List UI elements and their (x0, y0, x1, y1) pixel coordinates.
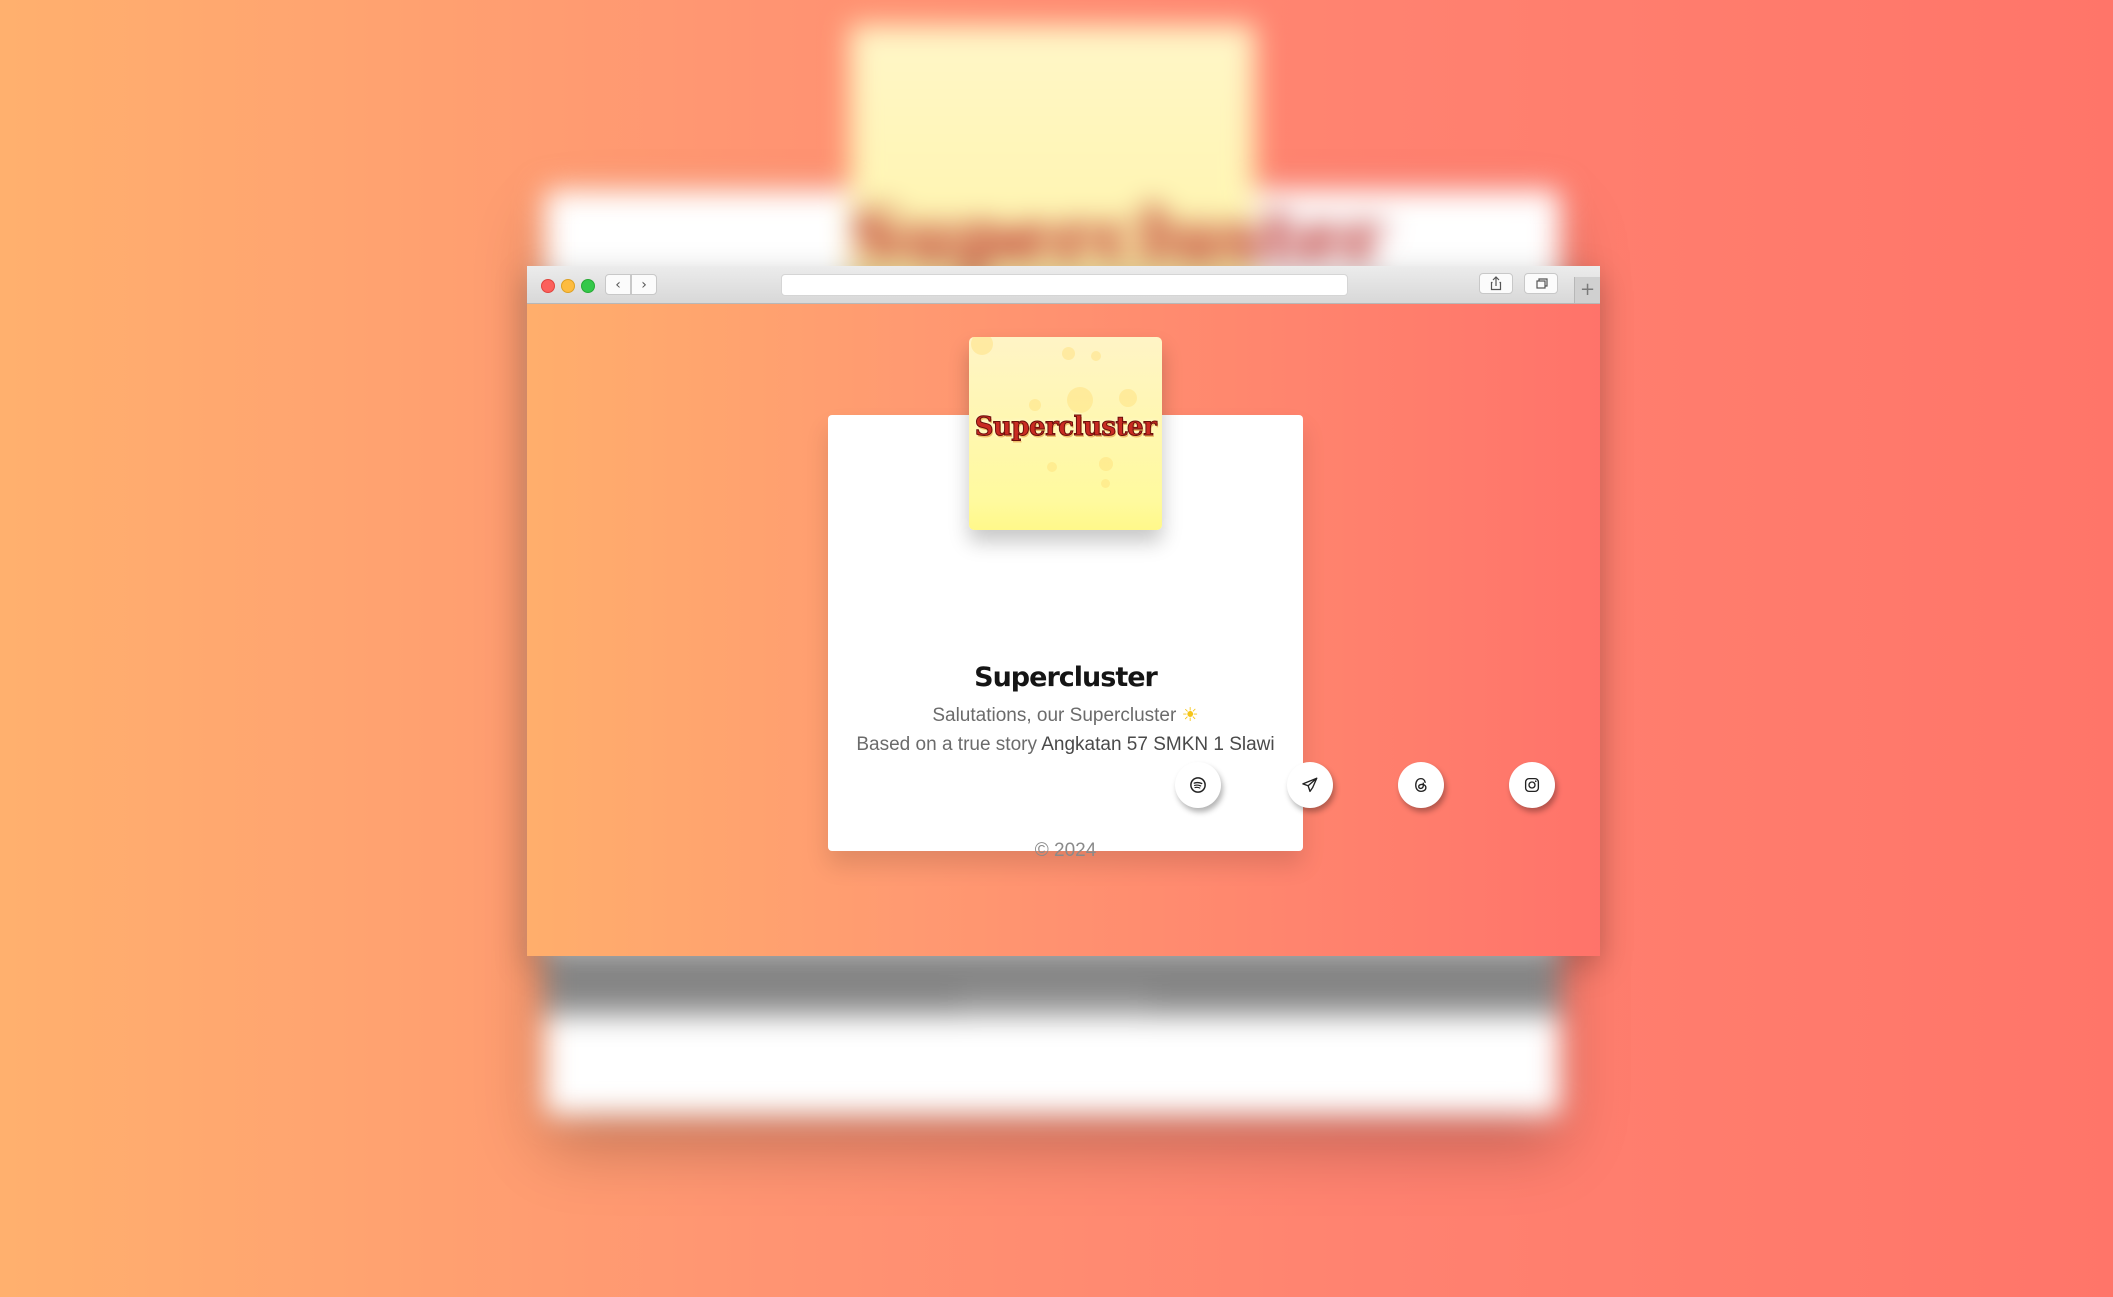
tagline: Salutations, our Supercluster ☀ Based on… (828, 701, 1303, 759)
tagline-text: Salutations, our Supercluster (932, 705, 1177, 726)
instagram-icon (1524, 777, 1540, 793)
spotify-icon (1190, 777, 1206, 793)
share-icon (1490, 276, 1502, 291)
cover-bubble (1047, 462, 1057, 472)
forward-button[interactable]: › (631, 274, 657, 295)
browser-window: ‹ › + Supercluster Salutations, our Supe… (527, 266, 1600, 956)
copyright: © 2024 (1034, 840, 1097, 861)
plus-icon: + (1579, 279, 1596, 300)
cover-bubble (1099, 457, 1113, 471)
tagline-story-text: Based on a true story (856, 734, 1037, 755)
maximize-icon[interactable] (581, 279, 595, 293)
share-button[interactable] (1479, 273, 1513, 294)
threads-link[interactable] (1398, 762, 1444, 808)
tabs-icon (1536, 278, 1548, 289)
new-tab-button[interactable]: + (1574, 277, 1600, 303)
school-name: Angkatan 57 SMKN 1 Slawi (1041, 734, 1275, 755)
cover-bubble (1062, 347, 1075, 360)
close-icon[interactable] (541, 279, 555, 293)
cover-logo: Supercluster (974, 412, 1157, 443)
cover-art: Supercluster (969, 337, 1162, 530)
background-footer (960, 985, 1150, 1015)
page-title: Supercluster (974, 662, 1158, 693)
cover-bubble (1029, 399, 1041, 411)
spotify-link[interactable] (1175, 762, 1221, 808)
address-bar[interactable] (781, 274, 1348, 296)
background-shadow (545, 955, 1560, 1015)
cover-bubble (971, 337, 993, 355)
telegram-link[interactable] (1287, 762, 1333, 808)
page-viewport: Supercluster Salutations, our Superclust… (527, 304, 1600, 956)
browser-titlebar: ‹ › + (527, 266, 1600, 304)
instagram-link[interactable] (1509, 762, 1555, 808)
sun-icon: ☀ (1181, 705, 1199, 726)
cover-bubble (1067, 387, 1093, 413)
back-button[interactable]: ‹ (605, 274, 631, 295)
cover-bubble (1101, 479, 1110, 488)
cover-bubble (1119, 389, 1137, 407)
threads-icon (1415, 777, 1427, 793)
telegram-icon (1302, 777, 1318, 793)
cover-bubble (1091, 351, 1101, 361)
minimize-icon[interactable] (561, 279, 575, 293)
tabs-button[interactable] (1524, 273, 1558, 294)
